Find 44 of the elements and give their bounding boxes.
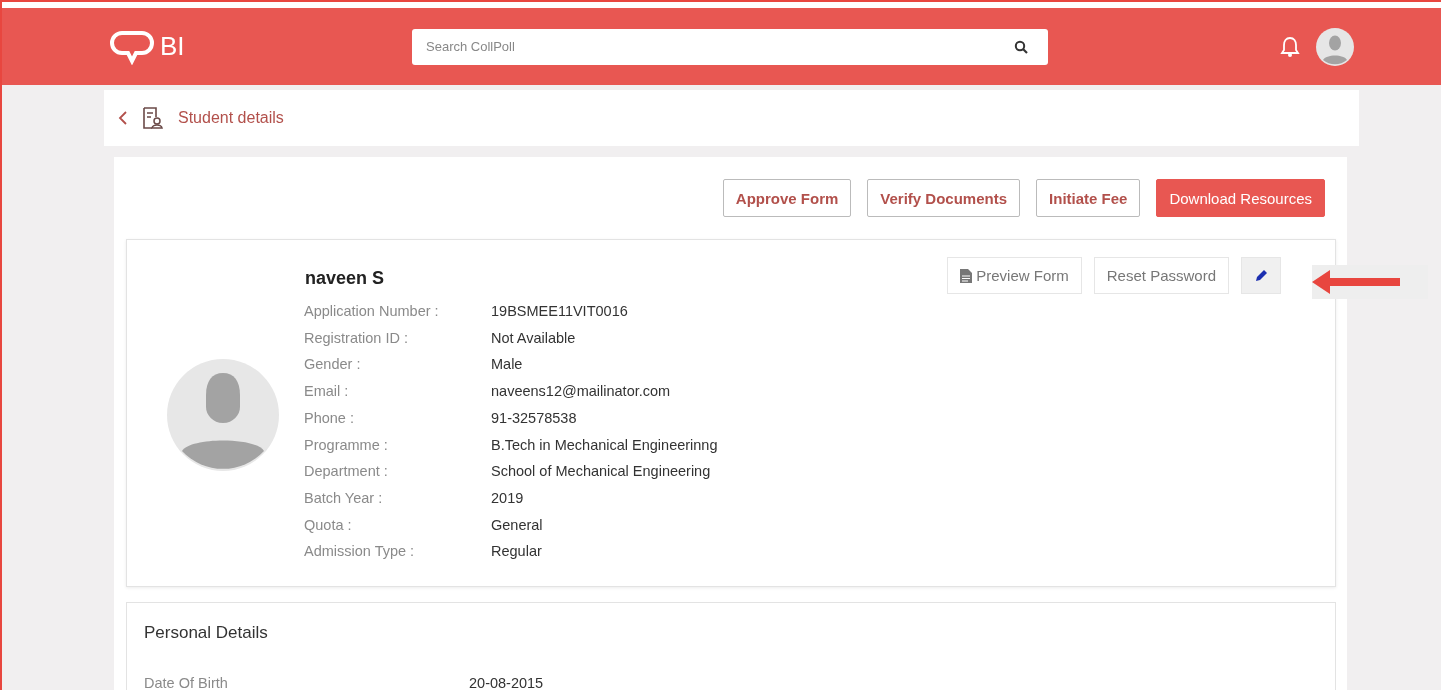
field-label: Department : [304,462,389,482]
field-value: 91-32578538 [491,408,578,428]
search-icon[interactable] [1014,39,1028,54]
user-avatar-icon[interactable] [1316,27,1354,66]
action-button[interactable]: Verify Documents [867,179,1021,217]
field-label: Quota : [304,515,353,535]
back-chevron-icon[interactable] [118,110,128,126]
field-value: General [491,515,544,535]
field-value: 19BSMEE11VIT0016 [491,302,629,321]
field-label: Programme : [304,435,389,455]
field-value: School of Mechanical Engineering [491,462,712,482]
action-button[interactable]: Initiate Fee [1036,179,1141,217]
field-value: 20-08-2015 [469,675,545,690]
field-label: Application Number : [304,302,440,321]
pencil-icon [1254,268,1268,283]
reset-password-button[interactable]: Reset Password [1093,257,1229,294]
logo-text: BI [160,31,185,62]
field-value: Male [491,355,524,375]
section-title: Personal Details [144,623,269,643]
field-value: B.Tech in Mechanical Engineerinng [491,435,718,455]
action-button[interactable]: Approve Form [722,179,852,217]
field-label: Admission Type : [304,542,416,562]
student-document-icon [142,106,164,130]
field-label: Batch Year : [304,488,384,508]
field-label: Phone : [304,408,355,428]
field-label: Registration ID : [304,328,409,348]
speech-bubble-logo-icon [110,28,154,65]
bell-icon[interactable] [1280,35,1300,58]
action-button[interactable]: Download Resources [1156,179,1325,217]
avatar-silhouette-icon [167,359,279,471]
field-label: Date Of Birth [144,675,229,690]
field-label: Gender : [304,355,362,375]
edit-button[interactable] [1241,257,1281,294]
field-value: Regular [491,542,543,562]
field-value: Not Available [491,328,577,348]
student-name: naveen S [305,268,386,289]
annotation-arrow-icon [1312,268,1402,296]
field-value: naveens12@mailinator.com [491,382,672,402]
document-icon [960,268,973,283]
preview-form-button[interactable]: Preview Form [947,257,1082,294]
field-label: Email : [304,382,350,402]
field-value: 2019 [491,488,525,508]
page-title: Student details [178,109,284,127]
search-field[interactable]: Search CollPoll [412,28,1048,65]
